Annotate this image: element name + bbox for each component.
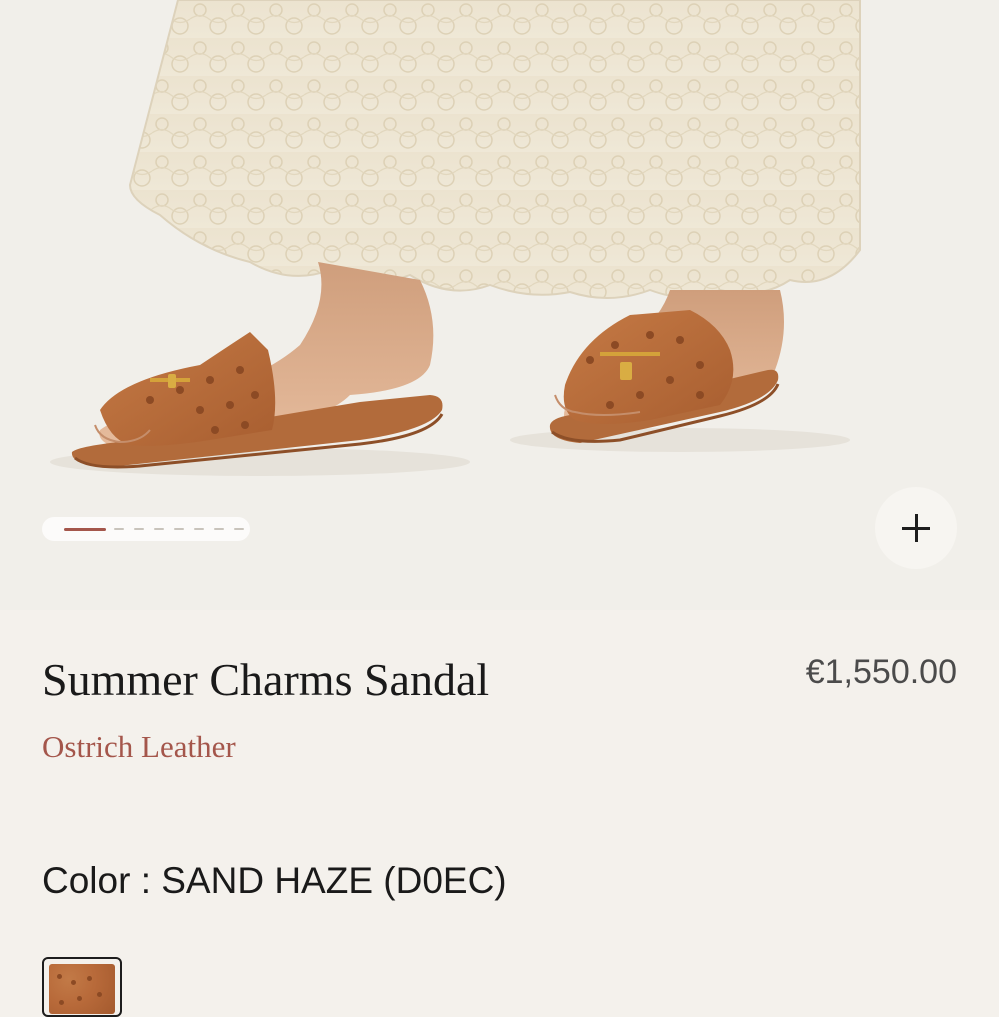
carousel-dot[interactable] <box>114 528 124 530</box>
carousel-dot[interactable] <box>194 528 204 530</box>
selected-color-label: Color : SAND HAZE (D0EC) <box>42 860 507 901</box>
carousel-dot[interactable] <box>174 528 184 530</box>
carousel-dot[interactable] <box>134 528 144 530</box>
product-image-gallery[interactable] <box>0 0 999 610</box>
zoom-button[interactable] <box>875 487 957 569</box>
carousel-active-indicator <box>64 528 106 531</box>
carousel-pagination[interactable] <box>42 517 250 541</box>
product-material: Ostrich Leather <box>42 729 236 764</box>
carousel-dot[interactable] <box>154 528 164 530</box>
color-swatch-sand-haze[interactable] <box>42 957 122 1017</box>
product-title: Summer Charms Sandal <box>42 654 490 705</box>
swatch-thumbnail <box>49 964 115 1014</box>
carousel-dot[interactable] <box>214 528 224 530</box>
carousel-dot[interactable] <box>234 528 244 530</box>
product-price: €1,550.00 <box>805 653 957 691</box>
